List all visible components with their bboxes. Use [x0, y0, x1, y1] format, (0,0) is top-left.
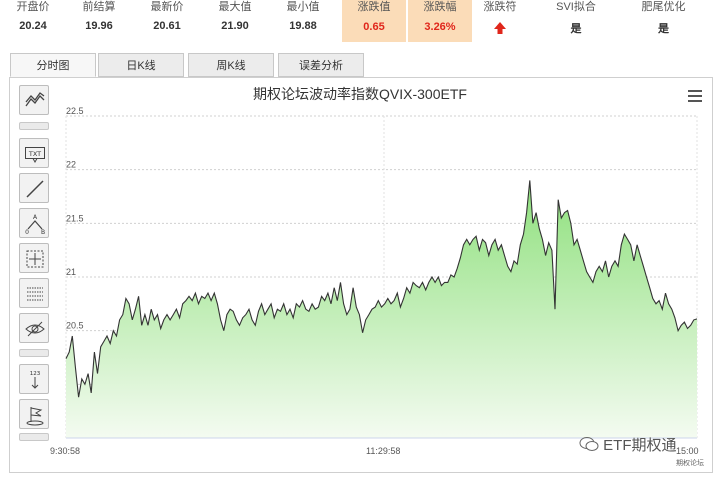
- watermark: ETF期权通: [579, 434, 677, 455]
- y-tick-label: 22: [66, 160, 76, 170]
- y-tick-label: 21: [66, 267, 76, 277]
- watermark-small: 期权论坛: [676, 460, 704, 467]
- x-tick-label: 15:00: [676, 446, 699, 456]
- y-tick-label: 21.5: [66, 213, 84, 223]
- x-tick-label: 11:29:58: [366, 446, 400, 456]
- x-tick-label: 9:30:58: [50, 446, 80, 456]
- plot-area: 19.52020.52121.52222.59:30:5811:29:5815:…: [50, 106, 699, 456]
- wechat-icon: [579, 437, 599, 451]
- y-tick-label: 20.5: [66, 321, 84, 331]
- area-fill: [66, 180, 697, 438]
- watermark-text: ETF期权通: [603, 437, 677, 454]
- y-tick-label: 22.5: [66, 106, 84, 116]
